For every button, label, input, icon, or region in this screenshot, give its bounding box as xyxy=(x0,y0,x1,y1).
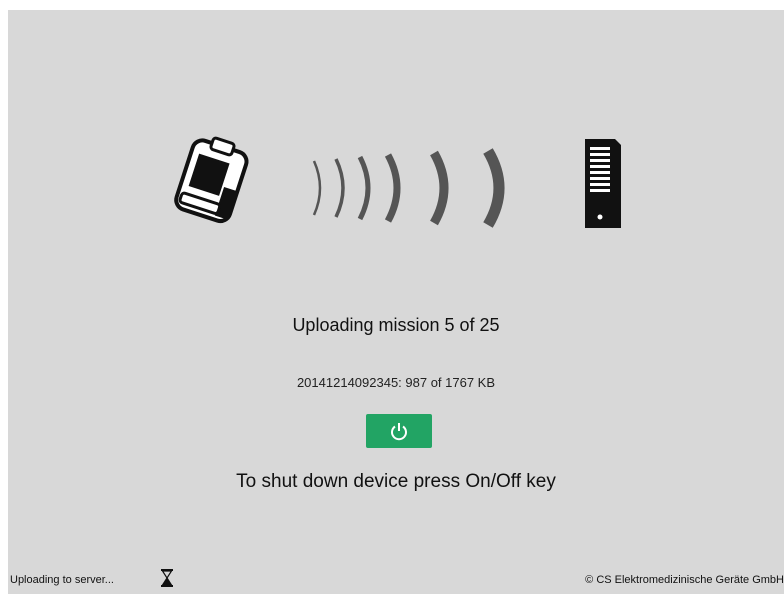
copyright-text: © CS Elektromedizinische Geräte GmbH xyxy=(585,574,784,586)
power-icon xyxy=(391,423,407,441)
mission-status-text: Uploading mission 5 of 25 xyxy=(292,315,500,335)
file-progress-text: 20141214092345: 987 of 1767 KB xyxy=(296,375,496,390)
shutdown-hint-text: To shut down device press On/Off key xyxy=(236,471,556,492)
upload-illustration xyxy=(8,10,784,290)
upload-status-label: Uploading to server... xyxy=(10,574,114,586)
hourglass-icon xyxy=(161,569,173,587)
power-key-indicator xyxy=(366,414,432,448)
server-icon xyxy=(585,139,621,228)
status-bar: Uploading to server... © CS Elektromediz… xyxy=(8,568,784,594)
defibrillator-icon xyxy=(174,136,249,224)
upload-screen: Uploading mission 5 of 25 20141214092345… xyxy=(8,10,784,594)
transmission-waves-icon xyxy=(312,148,505,228)
